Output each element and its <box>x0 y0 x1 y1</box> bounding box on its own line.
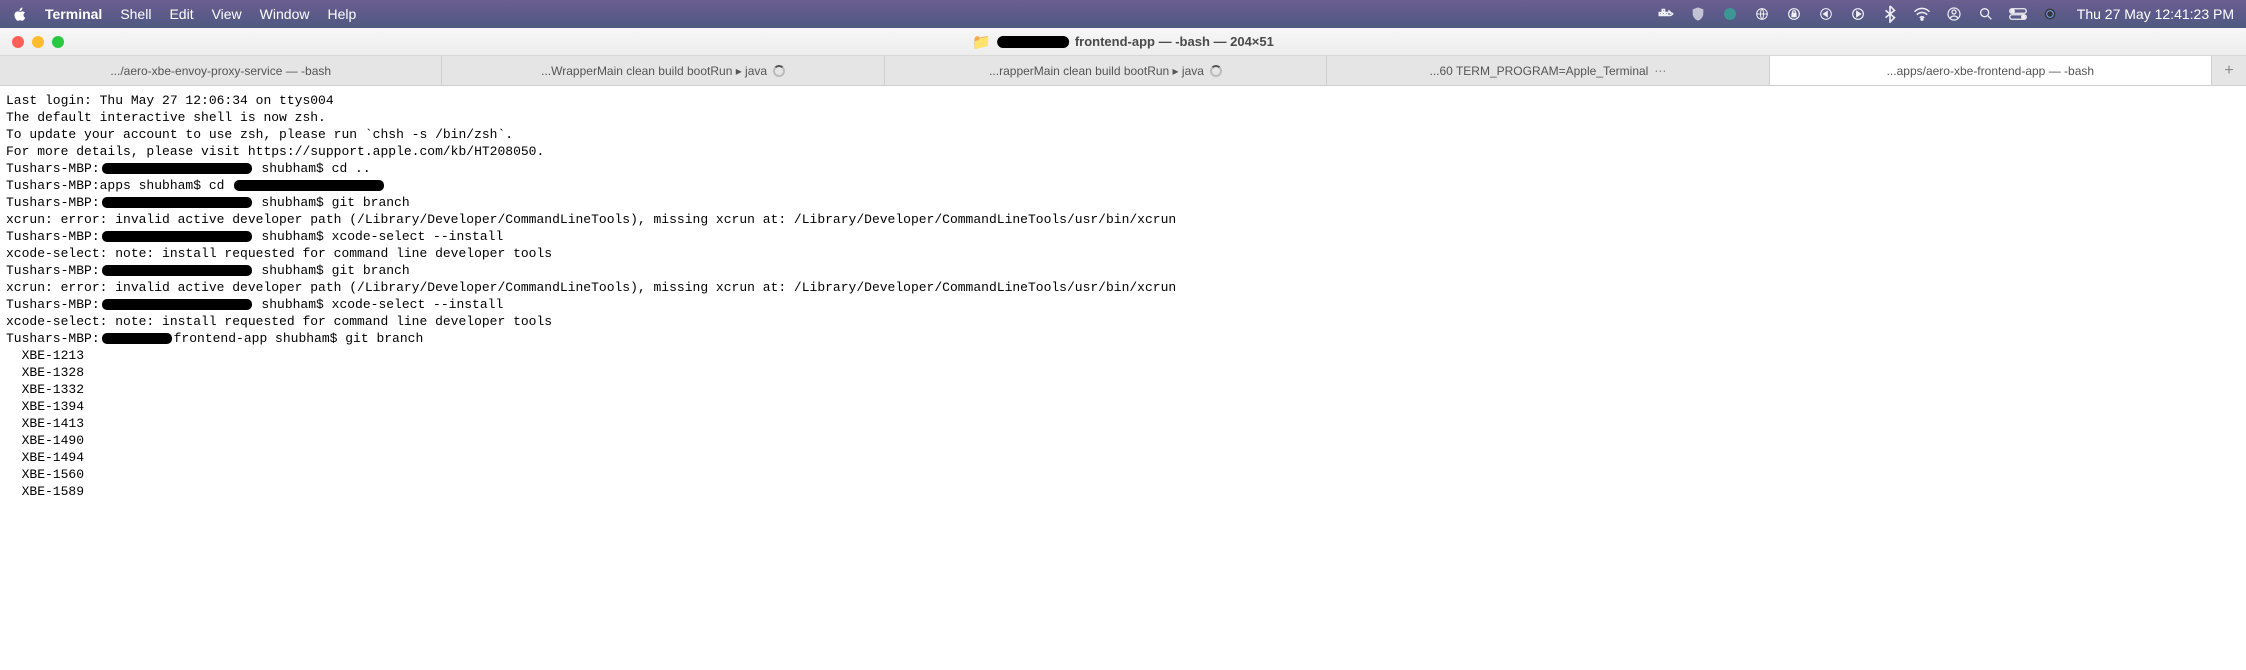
play-circle-icon[interactable] <box>1849 5 1867 23</box>
user-icon[interactable] <box>1945 5 1963 23</box>
tab-0[interactable]: .../aero-xbe-envoy-proxy-service — -bash <box>0 56 442 85</box>
terminal-line: Tushars-MBP: shubham$ xcode-select --ins… <box>6 296 2240 313</box>
app-icon-2[interactable] <box>1817 5 1835 23</box>
globe-icon[interactable] <box>1753 5 1771 23</box>
macos-menubar: Terminal Shell Edit View Window Help Thu… <box>0 0 2246 28</box>
tab-label: ...rapperMain clean build bootRun ▸ java <box>989 64 1204 78</box>
redacted-text <box>102 197 252 208</box>
redacted-text <box>102 163 252 174</box>
window-title: 📁 frontend-app — -bash — 204×51 <box>972 33 1274 51</box>
window-title-text: frontend-app — -bash — 204×51 <box>1075 34 1274 49</box>
terminal-line: XBE-1213 <box>6 347 2240 364</box>
close-button[interactable] <box>12 36 24 48</box>
terminal-line: XBE-1394 <box>6 398 2240 415</box>
terminal-line: xcode-select: note: install requested fo… <box>6 313 2240 330</box>
search-icon[interactable] <box>1977 5 1995 23</box>
app-icon-1[interactable] <box>1721 5 1739 23</box>
new-tab-button[interactable]: + <box>2212 56 2246 85</box>
redacted-title <box>997 36 1069 48</box>
terminal-line: Tushars-MBP:frontend-app shubham$ git br… <box>6 330 2240 347</box>
menubar-app-name[interactable]: Terminal <box>45 6 102 22</box>
terminal-line: Tushars-MBP:apps shubham$ cd <box>6 177 2240 194</box>
apple-logo-icon[interactable] <box>12 7 27 22</box>
wifi-icon[interactable] <box>1913 5 1931 23</box>
tab-label: ...WrapperMain clean build bootRun ▸ jav… <box>541 64 767 78</box>
shield-icon[interactable] <box>1689 5 1707 23</box>
terminal-line: To update your account to use zsh, pleas… <box>6 126 2240 143</box>
tab-4[interactable]: ...apps/aero-xbe-frontend-app — -bash <box>1770 56 2212 85</box>
terminal-line: Tushars-MBP: shubham$ xcode-select --ins… <box>6 228 2240 245</box>
redacted-text <box>102 265 252 276</box>
more-icon[interactable]: ⋯ <box>1654 64 1666 78</box>
minimize-button[interactable] <box>32 36 44 48</box>
terminal-line: XBE-1332 <box>6 381 2240 398</box>
terminal-line: XBE-1490 <box>6 432 2240 449</box>
control-center-icon[interactable] <box>2009 5 2027 23</box>
spinner-icon <box>773 65 785 77</box>
folder-icon: 📁 <box>972 33 991 51</box>
menubar-clock[interactable]: Thu 27 May 12:41:23 PM <box>2073 6 2234 22</box>
spinner-icon <box>1210 65 1222 77</box>
terminal-line: xcode-select: note: install requested fo… <box>6 245 2240 262</box>
terminal-line: XBE-1560 <box>6 466 2240 483</box>
redacted-text <box>102 333 172 344</box>
terminal-line: xcrun: error: invalid active developer p… <box>6 279 2240 296</box>
tab-2[interactable]: ...rapperMain clean build bootRun ▸ java <box>885 56 1327 85</box>
terminal-line: The default interactive shell is now zsh… <box>6 109 2240 126</box>
menubar-item-help[interactable]: Help <box>327 6 356 22</box>
terminal-line: Tushars-MBP: shubham$ cd .. <box>6 160 2240 177</box>
menubar-item-window[interactable]: Window <box>260 6 310 22</box>
menubar-item-view[interactable]: View <box>212 6 242 22</box>
terminal-line: XBE-1589 <box>6 483 2240 500</box>
menubar-right: Thu 27 May 12:41:23 PM <box>1657 5 2234 23</box>
tab-label: ...apps/aero-xbe-frontend-app — -bash <box>1887 64 2094 78</box>
tab-1[interactable]: ...WrapperMain clean build bootRun ▸ jav… <box>442 56 884 85</box>
terminal-line: Tushars-MBP: shubham$ git branch <box>6 194 2240 211</box>
traffic-lights <box>0 36 64 48</box>
terminal-line: Last login: Thu May 27 12:06:34 on ttys0… <box>6 92 2240 109</box>
redacted-text <box>234 180 384 191</box>
zoom-button[interactable] <box>52 36 64 48</box>
tab-3[interactable]: ...60 TERM_PROGRAM=Apple_Terminal ⋯ <box>1327 56 1769 85</box>
menubar-item-edit[interactable]: Edit <box>169 6 193 22</box>
terminal-line: xcrun: error: invalid active developer p… <box>6 211 2240 228</box>
tab-bar: .../aero-xbe-envoy-proxy-service — -bash… <box>0 56 2246 86</box>
tab-label: .../aero-xbe-envoy-proxy-service — -bash <box>110 64 331 78</box>
lock-icon[interactable] <box>1785 5 1803 23</box>
terminal-line: XBE-1494 <box>6 449 2240 466</box>
tab-label: ...60 TERM_PROGRAM=Apple_Terminal <box>1429 64 1648 78</box>
redacted-text <box>102 299 252 310</box>
menubar-left: Terminal Shell Edit View Window Help <box>12 6 356 22</box>
window-titlebar: 📁 frontend-app — -bash — 204×51 <box>0 28 2246 56</box>
siri-icon[interactable] <box>2041 5 2059 23</box>
terminal-line: XBE-1328 <box>6 364 2240 381</box>
docker-icon[interactable] <box>1657 5 1675 23</box>
redacted-text <box>102 231 252 242</box>
bluetooth-icon[interactable] <box>1881 5 1899 23</box>
terminal-line: Tushars-MBP: shubham$ git branch <box>6 262 2240 279</box>
menubar-item-shell[interactable]: Shell <box>120 6 151 22</box>
terminal-line: For more details, please visit https://s… <box>6 143 2240 160</box>
terminal-output[interactable]: Last login: Thu May 27 12:06:34 on ttys0… <box>0 86 2246 506</box>
terminal-line: XBE-1413 <box>6 415 2240 432</box>
